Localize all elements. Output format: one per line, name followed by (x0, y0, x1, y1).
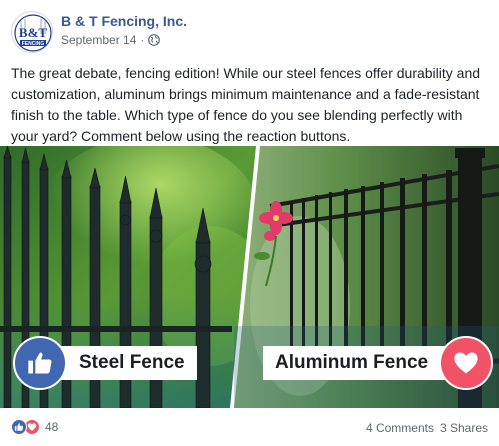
globe-icon[interactable] (148, 34, 161, 46)
like-reaction-icon (11, 419, 27, 435)
thumbs-up-icon (28, 352, 52, 374)
steel-fence-label: Steel Fence (55, 346, 197, 380)
post-header: B&T FENCING B & T Fencing, Inc. Septembe… (11, 11, 491, 55)
meta-separator: · (140, 33, 145, 47)
post-image[interactable]: Steel Fence Aluminum Fence (0, 146, 499, 408)
post-stats: 4 Comments 3 Shares (366, 421, 488, 435)
aluminum-fence-label: Aluminum Fence (263, 346, 453, 380)
shares-link[interactable]: 3 Shares (440, 421, 488, 435)
svg-text:B&T: B&T (19, 25, 48, 40)
avatar[interactable]: B&T FENCING (11, 11, 53, 53)
company-logo: B&T FENCING (13, 13, 52, 52)
post-meta: September 14 · (61, 33, 161, 47)
post-text: The great debate, fencing edition! While… (11, 65, 481, 144)
post-footer: 48 4 Comments 3 Shares (0, 410, 499, 446)
heart-icon (454, 352, 478, 374)
svg-text:FENCING: FENCING (22, 41, 45, 47)
post-date[interactable]: September 14 (61, 33, 136, 47)
love-badge (439, 336, 493, 390)
reaction-summary[interactable]: 48 (11, 419, 58, 435)
like-badge (13, 336, 67, 390)
reaction-count: 48 (45, 420, 59, 434)
page-name[interactable]: B & T Fencing, Inc. (61, 13, 187, 29)
comments-link[interactable]: 4 Comments (366, 421, 434, 435)
